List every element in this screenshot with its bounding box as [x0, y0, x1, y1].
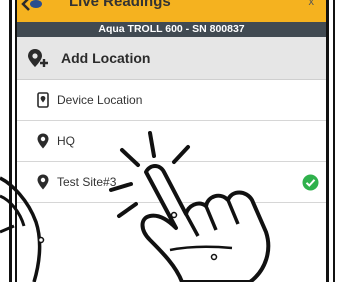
list-item-label: Device Location: [57, 93, 143, 107]
selected-check-icon: [302, 174, 319, 191]
list-item-label: Test Site#3: [57, 175, 117, 189]
map-pin-icon: [37, 133, 49, 149]
device-name-bar: Aqua TROLL 600 - SN 800837: [17, 22, 326, 37]
back-icon[interactable]: [21, 0, 43, 12]
phone-frame-right-inner: [333, 0, 335, 282]
list-item-label: HQ: [57, 134, 75, 148]
phone-frame-left: [9, 0, 12, 282]
device-location-icon: [37, 92, 49, 108]
map-pin-icon: [37, 174, 49, 190]
app-screen: Live Readings x Aqua TROLL 600 - SN 8008…: [17, 0, 326, 282]
close-icon[interactable]: x: [309, 0, 315, 8]
add-location-title: Add Location: [61, 50, 151, 66]
phone-frame-right: [326, 0, 329, 282]
add-location-header[interactable]: Add Location: [17, 37, 326, 80]
add-location-pin-icon: [28, 49, 48, 67]
list-item-test-site[interactable]: Test Site#3: [17, 162, 326, 203]
list-item-device-location[interactable]: Device Location: [17, 80, 326, 121]
list-item-hq[interactable]: HQ: [17, 121, 326, 162]
page-title: Live Readings: [69, 0, 171, 10]
top-bar: Live Readings x: [17, 0, 326, 23]
